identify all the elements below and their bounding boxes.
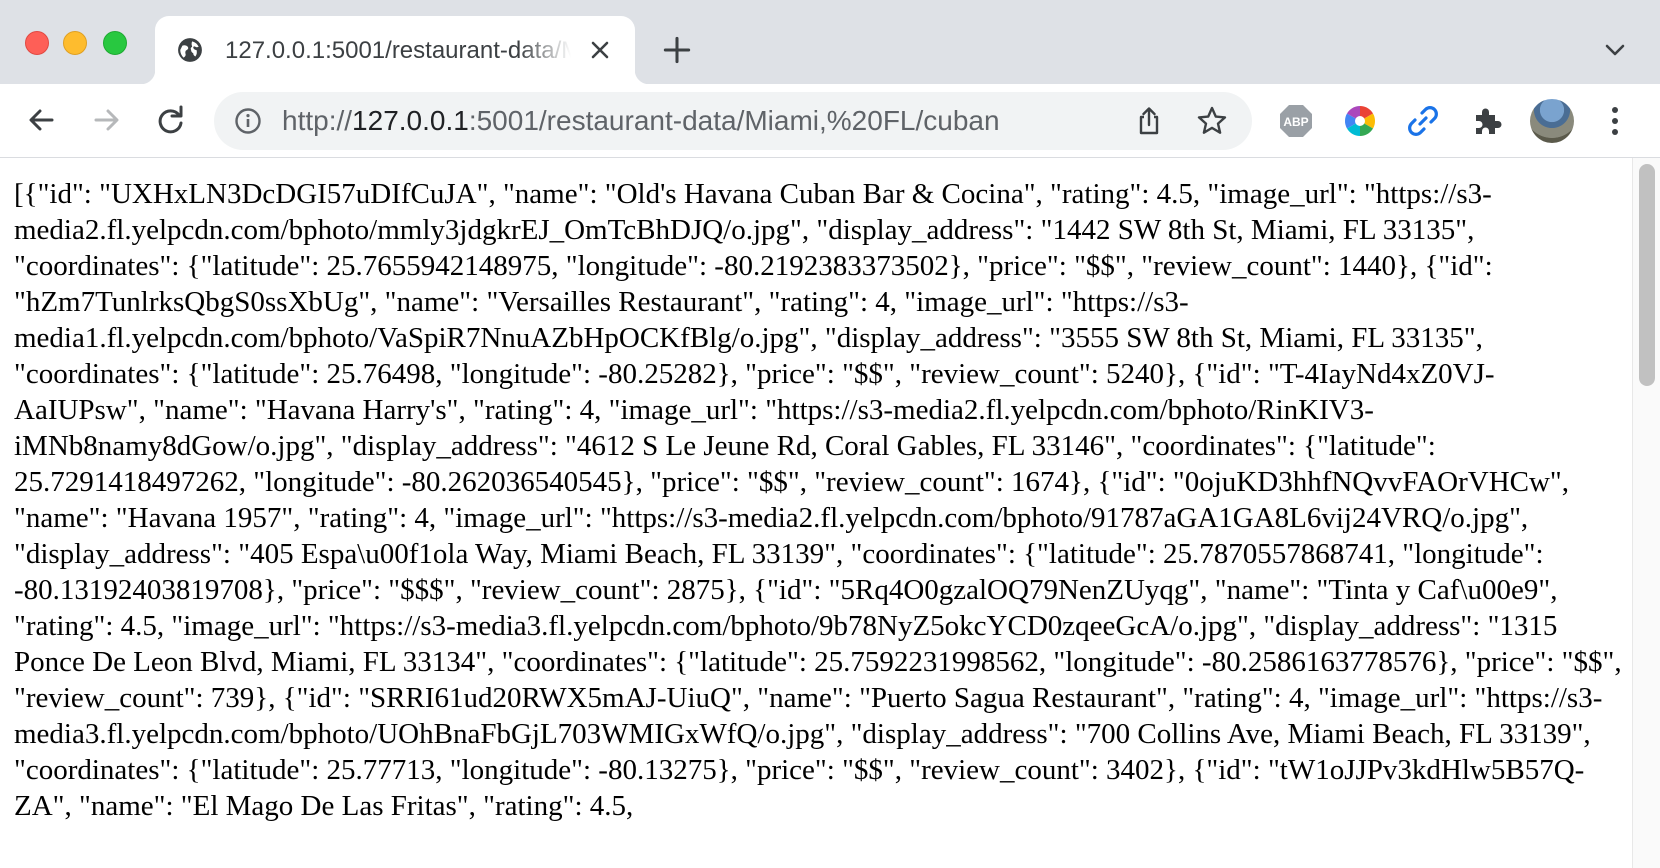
tab-title: 127.0.0.1:5001/restaurant-data/Miami,%20… <box>225 37 571 64</box>
back-arrow-icon[interactable] <box>22 100 62 140</box>
url-host: 127.0.0.1 <box>352 105 469 136</box>
profile-avatar[interactable] <box>1530 99 1574 143</box>
more-menu-icon[interactable] <box>1605 104 1625 138</box>
vertical-scrollbar[interactable] <box>1632 158 1660 868</box>
link-icon[interactable] <box>1405 103 1441 139</box>
url-scheme: http:// <box>282 105 353 136</box>
json-response-text: [{"id": "UXHxLN3DcDGI57uDIfCuJA", "name"… <box>14 178 1622 822</box>
puzzle-icon[interactable] <box>1470 103 1506 139</box>
tab-strip: 127.0.0.1:5001/restaurant-data/Miami,%20… <box>0 0 1660 84</box>
url-text[interactable]: http://127.0.0.1:5001/restaurant-data/Mi… <box>282 92 1000 150</box>
chevron-down-icon[interactable] <box>1603 40 1627 60</box>
globe-icon <box>178 38 202 62</box>
adblock-plus-icon[interactable]: ABP <box>1278 103 1314 139</box>
browser-tab-active[interactable]: 127.0.0.1:5001/restaurant-data/Miami,%20… <box>141 16 649 84</box>
browser-toolbar: http://127.0.0.1:5001/restaurant-data/Mi… <box>0 84 1660 158</box>
abp-label: ABP <box>1283 115 1308 129</box>
color-picker-icon[interactable] <box>1342 103 1378 139</box>
tab-close-icon[interactable] <box>588 38 612 62</box>
window-maximize-button[interactable] <box>103 31 127 55</box>
window-close-button[interactable] <box>25 31 49 55</box>
share-icon[interactable] <box>1134 106 1164 136</box>
forward-arrow-icon[interactable] <box>86 100 126 140</box>
site-info-icon[interactable] <box>234 107 262 135</box>
scrollbar-thumb[interactable] <box>1639 164 1655 386</box>
page-content: [{"id": "UXHxLN3DcDGI57uDIfCuJA", "name"… <box>0 158 1632 868</box>
new-tab-icon[interactable] <box>663 36 691 64</box>
bookmark-star-icon[interactable] <box>1196 105 1228 137</box>
url-path: :5001/restaurant-data/Miami,%20FL/cuban <box>468 105 1000 136</box>
reload-icon[interactable] <box>150 100 190 140</box>
window-minimize-button[interactable] <box>63 31 87 55</box>
address-bar[interactable]: http://127.0.0.1:5001/restaurant-data/Mi… <box>214 92 1252 150</box>
